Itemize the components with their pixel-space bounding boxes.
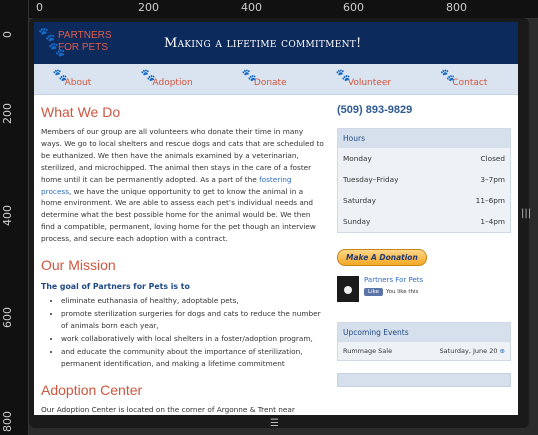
hours-heading: Hours <box>338 129 510 148</box>
ruler-label: 600 <box>1 307 14 328</box>
nav-adoption[interactable]: 🐾 Adoption <box>140 68 192 88</box>
site-header: 🐾 🐾 PARTNERS FOR PETS Making a lifetime … <box>34 22 518 64</box>
facebook-page-link[interactable]: Partners For Pets <box>364 276 423 284</box>
facebook-widget: Partners For Pets Like You like this <box>337 276 511 302</box>
avatar[interactable] <box>337 276 359 302</box>
ruler-label: 0 <box>1 31 14 38</box>
events-box: Upcoming Events Rummage Sale Saturday, J… <box>337 322 511 361</box>
ruler-label: 400 <box>241 1 262 14</box>
hours-row: Monday Closed <box>343 154 505 163</box>
what-we-do-heading: What We Do <box>41 104 121 120</box>
what-we-do-text: Members of our group are all volunteers … <box>41 127 324 244</box>
adoption-center-text: Our Adoption Center is located on the co… <box>41 404 295 414</box>
mission-list: eliminate euthanasia of healthy, adoptab… <box>41 295 324 369</box>
resize-handle-bottom[interactable]: ☰ <box>270 418 279 429</box>
ruler-label: 200 <box>1 103 14 124</box>
like-text: You like this <box>385 289 419 295</box>
sidebar-box <box>337 373 511 387</box>
hours-row: Saturday 11–6pm <box>343 196 505 205</box>
paw-icon: 🐾 <box>335 68 351 82</box>
nav-contact[interactable]: 🐾 Contact <box>440 68 487 88</box>
hours-row: Sunday 1–4pm <box>343 217 505 226</box>
ruler-label: 0 <box>36 1 43 14</box>
site-logo[interactable]: 🐾 🐾 PARTNERS FOR PETS <box>36 25 126 61</box>
our-mission-heading: Our Mission <box>41 257 116 274</box>
main-nav: 🐾 About 🐾 Adoption 🐾 Donate 🐾 Volunteer 🐾 Con… <box>34 64 518 95</box>
tagline: Making a lifetime commitment! <box>164 36 362 51</box>
hours-row: Tuesday–Friday 3–7pm <box>343 175 505 184</box>
donate-button[interactable]: Make A Donation <box>337 249 427 266</box>
nav-volunteer[interactable]: 🐾 Volunteer <box>336 68 391 88</box>
like-button[interactable]: Like <box>364 288 383 296</box>
ruler-label: 200 <box>138 1 159 14</box>
nav-donate[interactable]: 🐾 Donate <box>242 68 287 88</box>
list-item: eliminate euthanasia of healthy, adoptab… <box>61 295 324 307</box>
nav-about[interactable]: 🐾 About <box>53 68 92 88</box>
paw-icon: 🐾 <box>440 68 456 82</box>
chevron-right-icon: ⊕ <box>499 347 505 355</box>
paw-icon: 🐾 <box>140 68 156 82</box>
paw-icon: 🐾 <box>52 68 68 82</box>
goal-text: The goal of Partners for Pets is to <box>41 282 190 292</box>
paw-icon: 🐾 <box>241 68 257 82</box>
ruler-label: 800 <box>1 411 14 432</box>
adoption-center-heading: Adoption Center <box>41 381 143 398</box>
main-content: What We Do Members of our group are all … <box>41 104 324 415</box>
ruler-label: 600 <box>343 1 364 14</box>
list-item: promote sterilization surgeries for dogs… <box>61 308 324 332</box>
list-item: and educate the community about the impo… <box>61 346 324 370</box>
events-heading: Upcoming Events <box>338 323 510 342</box>
sidebar: (509) 893-9829 Hours Monday Closed Tuesda… <box>337 104 511 387</box>
ruler-label: 400 <box>1 205 14 226</box>
logo-text: PARTNERS FOR PETS <box>58 30 112 53</box>
list-item: work collaboratively with local shelters… <box>61 333 324 345</box>
resize-handle-right[interactable]: ||| <box>521 208 531 228</box>
webpage: 🐾 🐾 PARTNERS FOR PETS Making a lifetime … <box>34 22 518 415</box>
event-row[interactable]: Rummage Sale Saturday, June 20 ⊕ <box>338 342 510 360</box>
ruler-left: 0 200 400 600 800 <box>0 0 29 435</box>
paw-icon: 🐾 <box>38 27 56 43</box>
hours-box: Hours Monday Closed Tuesday–Friday 3–7pm S… <box>337 128 511 233</box>
ruler-top: 0 200 400 600 800 <box>0 0 538 19</box>
phone-number[interactable]: (509) 893-9829 <box>337 104 511 116</box>
ruler-label: 800 <box>446 1 467 14</box>
